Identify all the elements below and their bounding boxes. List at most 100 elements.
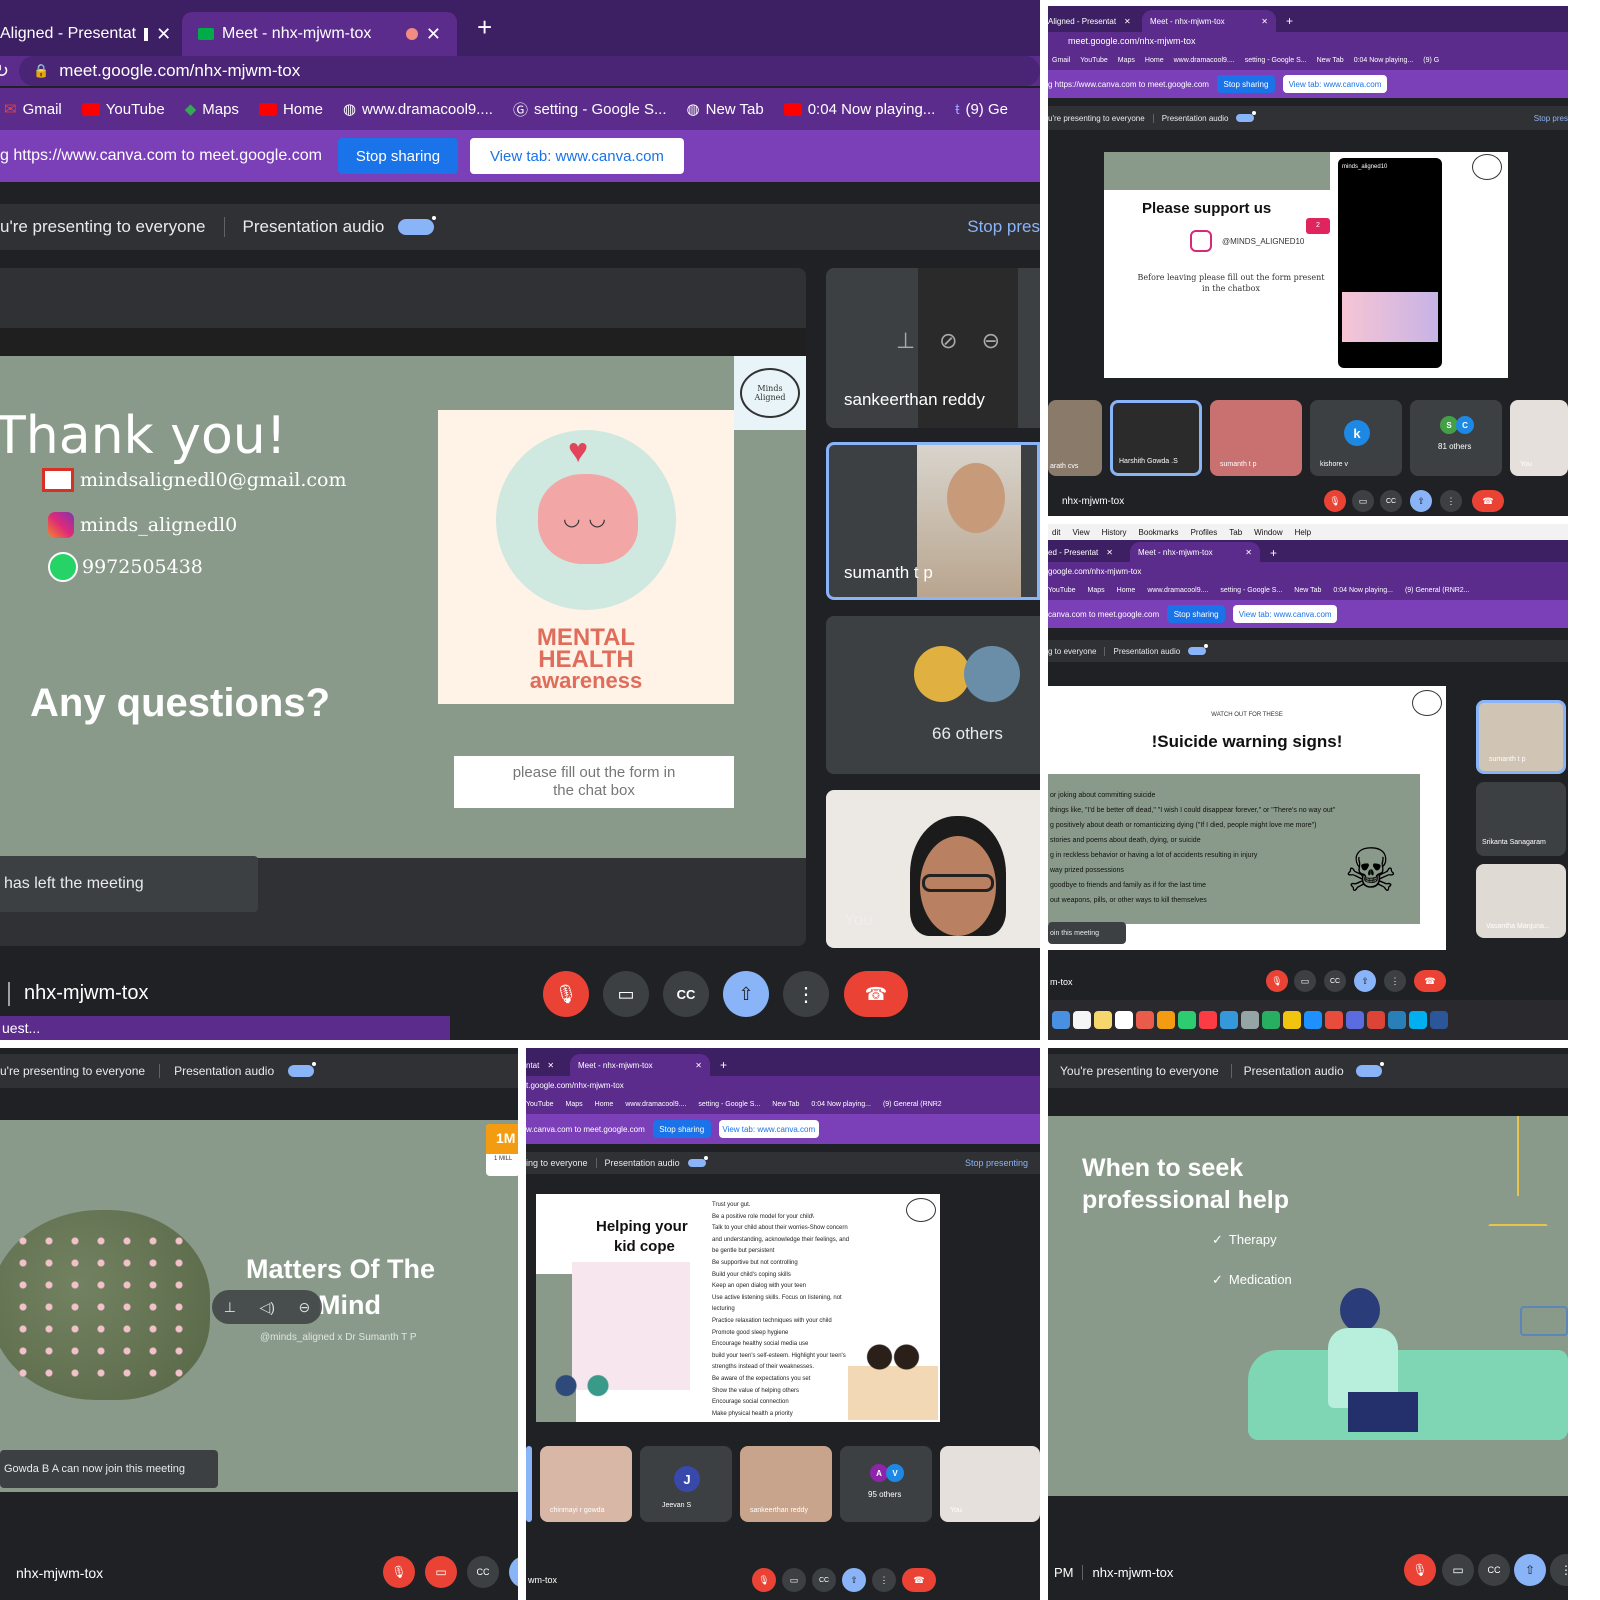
- presentation-audio-toggle[interactable]: [1236, 111, 1257, 122]
- dock-app-icon[interactable]: [1115, 1011, 1133, 1029]
- mic-off-button[interactable]: 🎙: [1324, 490, 1346, 512]
- reload-icon[interactable]: ↻: [0, 61, 19, 82]
- new-tab-button[interactable]: +: [710, 1058, 737, 1076]
- dock-app-icon[interactable]: [1262, 1011, 1280, 1029]
- presentation-audio-toggle[interactable]: [1355, 1062, 1384, 1077]
- bookmark-settings[interactable]: Ⓖsetting - Google S...: [513, 99, 667, 120]
- camera-off-button[interactable]: ▭: [425, 1556, 457, 1588]
- dock-app-icon[interactable]: [1346, 1011, 1364, 1029]
- url-text[interactable]: meet.google.com/nhx-mjwm-tox: [1068, 36, 1196, 46]
- participant-tile-sumanth[interactable]: sumanth t p: [826, 442, 1040, 600]
- participant-tile-you[interactable]: You: [1510, 400, 1568, 476]
- captions-button[interactable]: CC: [467, 1556, 499, 1588]
- new-tab-button[interactable]: +: [1260, 546, 1287, 562]
- close-icon[interactable]: ✕: [426, 24, 441, 45]
- participant-tile-jeevan[interactable]: J Jeevan S: [640, 1446, 732, 1522]
- bookmark-gmail[interactable]: Gmail: [1052, 57, 1070, 64]
- mic-off-button[interactable]: 🎙: [543, 971, 589, 1017]
- captions-button[interactable]: CC: [1324, 970, 1346, 992]
- tab-meet[interactable]: Meet - nhx-mjwm-tox ✕: [1142, 10, 1276, 32]
- bookmark-now-playing[interactable]: 0:04 Now playing...: [783, 101, 935, 118]
- present-button[interactable]: ⇧: [1514, 1554, 1546, 1586]
- stop-presenting-button[interactable]: Stop presenting: [965, 1158, 1028, 1168]
- bookmark-teams[interactable]: (9) G: [1423, 57, 1439, 64]
- dock-app-icon[interactable]: [1304, 1011, 1322, 1029]
- present-button[interactable]: ⇧: [842, 1568, 866, 1592]
- bookmark-gmail[interactable]: ✉ Gmail: [4, 100, 62, 119]
- close-icon[interactable]: ✕: [1124, 17, 1131, 26]
- participant-tile-you[interactable]: You: [826, 790, 1040, 948]
- dock-app-icon[interactable]: [1241, 1011, 1259, 1029]
- tab-presentation[interactable]: Aligned - Presentat ✕: [1048, 10, 1142, 32]
- dock-app-icon[interactable]: [1052, 1011, 1070, 1029]
- stop-presenting-button[interactable]: Stop pres: [967, 217, 1040, 237]
- participant-tile-vasantha[interactable]: Vasantha Manjuna...: [1476, 864, 1566, 938]
- leave-call-button[interactable]: ☎: [844, 971, 908, 1017]
- close-icon[interactable]: ✕: [156, 24, 171, 45]
- camera-button[interactable]: ▭: [1294, 970, 1316, 992]
- camera-button[interactable]: ▭: [1442, 1554, 1474, 1586]
- dock-app-icon[interactable]: [1388, 1011, 1406, 1029]
- stop-sharing-button[interactable]: Stop sharing: [1216, 75, 1275, 93]
- bookmark-dramacool[interactable]: ◍ www.dramacool9....: [343, 100, 493, 119]
- close-icon[interactable]: ✕: [1245, 548, 1252, 557]
- view-tab-button[interactable]: View tab: www.canva.com: [718, 1120, 819, 1138]
- pin-icon[interactable]: ⊥: [896, 328, 915, 354]
- participant-tile-sumanth[interactable]: sumanth t p: [1476, 700, 1566, 774]
- camera-button[interactable]: ▭: [1352, 490, 1374, 512]
- participant-tile-others[interactable]: 66 others: [826, 616, 1040, 774]
- stop-presenting-button[interactable]: Stop pres: [1534, 114, 1568, 123]
- participant-tile-others[interactable]: A V 95 others: [840, 1446, 932, 1522]
- close-icon[interactable]: ✕: [695, 1061, 702, 1070]
- more-options-button[interactable]: ⋮: [872, 1568, 896, 1592]
- participant-tile-harshith[interactable]: Harshith Gowda .S: [1110, 400, 1202, 476]
- presentation-audio-toggle[interactable]: [288, 1062, 317, 1077]
- pin-icon[interactable]: ⊥: [224, 1299, 236, 1316]
- participant-tile-you[interactable]: You: [940, 1446, 1040, 1522]
- view-tab-button[interactable]: View tab: www.canva.com: [1282, 75, 1387, 93]
- bookmark-newtab[interactable]: New Tab: [1317, 57, 1344, 64]
- dock-app-icon[interactable]: [1325, 1011, 1343, 1029]
- present-button[interactable]: ⇧: [1410, 490, 1432, 512]
- participant-tile-sumanth[interactable]: sumanth t p: [1210, 400, 1302, 476]
- volume-icon[interactable]: ◁): [260, 1299, 275, 1316]
- dock-app-icon[interactable]: [1178, 1011, 1196, 1029]
- new-tab-button[interactable]: +: [457, 12, 512, 56]
- dock-app-icon[interactable]: [1367, 1011, 1385, 1029]
- bookmark-maps[interactable]: ◆ Maps: [185, 100, 239, 119]
- mic-off-button[interactable]: 🎙: [752, 1568, 776, 1592]
- tab-meet[interactable]: Meet - nhx-mjwm-tox ✕: [1130, 542, 1260, 562]
- more-options-button[interactable]: ⋮: [1384, 970, 1406, 992]
- dock-app-icon[interactable]: [1157, 1011, 1175, 1029]
- bookmark-dramacool[interactable]: www.dramacool9....: [1174, 57, 1235, 64]
- dock-app-icon[interactable]: [1409, 1011, 1427, 1029]
- tab-presentation[interactable]: ntat ✕: [526, 1054, 570, 1076]
- presentation-audio-toggle[interactable]: [398, 216, 437, 235]
- bookmark-teams[interactable]: ŧ (9) Ge: [955, 101, 1008, 118]
- close-icon[interactable]: ✕: [1106, 548, 1113, 557]
- bookmark-settings[interactable]: setting - Google S...: [1245, 57, 1307, 64]
- camera-button[interactable]: ▭: [782, 1568, 806, 1592]
- close-icon[interactable]: ✕: [547, 1061, 554, 1070]
- bookmark-newtab[interactable]: ◍ New Tab: [687, 100, 764, 119]
- bookmark-home[interactable]: Home: [1145, 57, 1164, 64]
- mic-off-icon[interactable]: ⊘: [939, 328, 957, 354]
- more-options-button[interactable]: ⋮: [783, 971, 829, 1017]
- presentation-audio-toggle[interactable]: [1188, 644, 1209, 655]
- tab-meet[interactable]: Meet - nhx-mjwm-tox ✕: [182, 12, 457, 56]
- dock-app-icon[interactable]: [1430, 1011, 1448, 1029]
- close-icon[interactable]: ✕: [1261, 17, 1268, 26]
- mic-off-button[interactable]: 🎙: [1266, 970, 1288, 992]
- remove-icon[interactable]: ⊖: [298, 1299, 310, 1316]
- more-options-button[interactable]: ⋮: [1550, 1554, 1568, 1586]
- participant-tile-srikanta[interactable]: Srikanta Sanagaram: [1476, 782, 1566, 856]
- presentation-audio-toggle[interactable]: [687, 1156, 708, 1167]
- tab-presentation[interactable]: ed - Presentat ✕: [1048, 542, 1130, 562]
- stop-sharing-button[interactable]: Stop sharing: [1167, 605, 1226, 623]
- tab-meet[interactable]: Meet - nhx-mjwm-tox ✕: [570, 1054, 710, 1076]
- present-button[interactable]: ⇧: [509, 1556, 518, 1588]
- captions-button[interactable]: CC: [812, 1568, 836, 1592]
- tab-presentation[interactable]: Aligned - Presentat ✕: [0, 12, 182, 56]
- captions-button[interactable]: CC: [663, 971, 709, 1017]
- participant-tile-sankeerthan[interactable]: sankeerthan reddy: [740, 1446, 832, 1522]
